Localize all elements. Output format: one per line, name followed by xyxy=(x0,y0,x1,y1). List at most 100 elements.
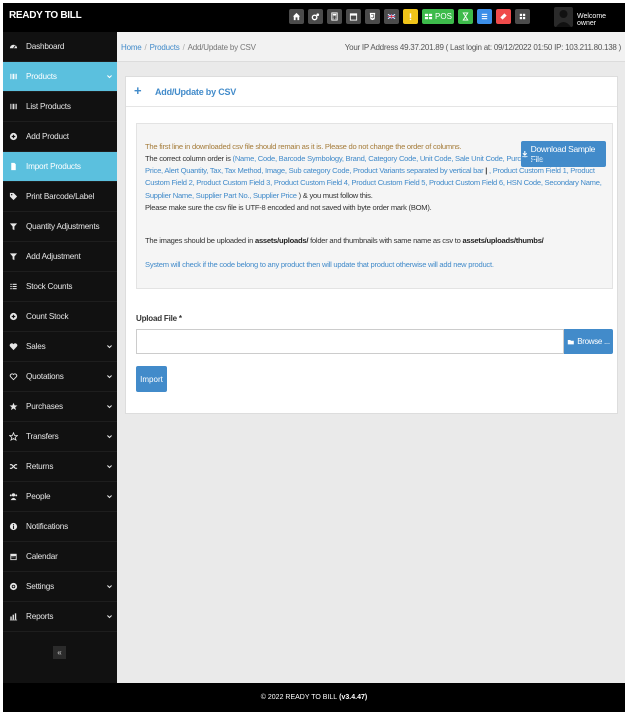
sidebar-item-label: Products xyxy=(26,72,57,81)
sidebar-item-add-adjustment[interactable]: Add Adjustment xyxy=(3,242,117,272)
sidebar-collapse-button[interactable]: « xyxy=(53,646,66,659)
sidebar-item-import-products[interactable]: Import Products xyxy=(3,152,117,182)
sidebar-item-label: Dashboard xyxy=(26,42,65,51)
today-sale-button[interactable] xyxy=(477,9,492,24)
panel-header: + Add/Update by CSV xyxy=(126,77,617,107)
sidebar-item-reports[interactable]: Reports xyxy=(3,602,117,632)
welcome-text[interactable]: Welcome owner xyxy=(577,13,625,27)
bar-chart-icon xyxy=(4,612,22,621)
sidebar-item-people[interactable]: People xyxy=(3,482,117,512)
sidebar-item-label: Quantity Adjustments xyxy=(26,222,100,231)
avatar[interactable] xyxy=(554,7,573,27)
sidebar-item-returns[interactable]: Returns xyxy=(3,452,117,482)
register-button[interactable] xyxy=(458,9,473,24)
chevron-down-icon xyxy=(107,615,112,619)
footer-version: (v3.4.47) xyxy=(339,694,368,701)
breadcrumb-separator: / xyxy=(182,43,185,52)
sidebar-item-dashboard[interactable]: Dashboard xyxy=(3,32,117,62)
footer-copyright: © 2022 READY TO BILL xyxy=(260,694,338,701)
calendar-icon xyxy=(4,552,22,561)
sidebar-item-products[interactable]: Products xyxy=(3,62,117,92)
images-mid: folder and thumbnails with same name as … xyxy=(308,236,463,245)
grid-icon xyxy=(519,13,526,20)
sidebar-item-count-stock[interactable]: Count Stock xyxy=(3,302,117,332)
sidebar-item-add-product[interactable]: Add Product xyxy=(3,122,117,152)
html5-icon xyxy=(369,12,376,21)
pos-label: POS xyxy=(435,12,452,21)
breadcrumb-home[interactable]: Home xyxy=(121,43,142,52)
user-avatar-icon xyxy=(556,10,571,27)
barcode-icon xyxy=(4,72,22,81)
language-button[interactable] xyxy=(384,9,399,24)
sidebar-item-stock-counts[interactable]: Stock Counts xyxy=(3,272,117,302)
instruction-first-line: The first line in downloaded csv file sh… xyxy=(145,142,462,151)
sidebar-item-settings[interactable]: Settings xyxy=(3,572,117,602)
th-large-icon xyxy=(424,13,433,20)
dashboard-icon xyxy=(4,42,22,51)
top-navbar: READY TO BILL POS Welcome owner xyxy=(3,3,625,32)
breadcrumb-products[interactable]: Products xyxy=(150,43,180,52)
menu-button[interactable] xyxy=(515,9,530,24)
chevron-down-icon xyxy=(107,465,112,469)
upload-file-input[interactable] xyxy=(136,329,564,354)
browse-button[interactable]: Browse ... xyxy=(564,329,613,354)
sidebar-item-notifications[interactable]: Notifications xyxy=(3,512,117,542)
folder-open-icon xyxy=(568,339,575,344)
main-content: Home / Products / Add/Update by CSV Your IP … xyxy=(117,32,625,683)
sidebar-item-sales[interactable]: Sales xyxy=(3,332,117,362)
heart-icon xyxy=(4,342,22,351)
sidebar-item-label: Print Barcode/Label xyxy=(26,192,95,201)
tag-icon xyxy=(4,192,22,201)
sidebar-item-label: Quotations xyxy=(26,372,64,381)
sidebar-item-label: Add Product xyxy=(26,132,69,141)
sidebar-item-label: Stock Counts xyxy=(26,282,73,291)
sidebar-item-label: Returns xyxy=(26,462,54,471)
sidebar-item-purchases[interactable]: Purchases xyxy=(3,392,117,422)
sidebar-item-list-products[interactable]: List Products xyxy=(3,92,117,122)
chevron-down-icon xyxy=(107,345,112,349)
chevron-down-icon xyxy=(107,495,112,499)
sidebar: Dashboard Products List Products Add Pro… xyxy=(3,32,117,683)
browse-label: Browse ... xyxy=(577,337,610,346)
chevron-down-icon xyxy=(107,435,112,439)
breadcrumb-current: Add/Update by CSV xyxy=(187,43,256,52)
images-thumbs-folder: assets/uploads/thumbs/ xyxy=(462,236,544,245)
breadcrumb: Home / Products / Add/Update by CSV xyxy=(121,43,256,52)
calculator-button[interactable] xyxy=(327,9,342,24)
sidebar-item-calendar[interactable]: Calendar xyxy=(3,542,117,572)
sidebar-item-transfers[interactable]: Transfers xyxy=(3,422,117,452)
import-button[interactable]: Import xyxy=(136,366,167,392)
sidebar-item-label: List Products xyxy=(26,102,71,111)
plus-circle-icon xyxy=(4,132,22,141)
brand-logo[interactable]: READY TO BILL xyxy=(9,10,82,21)
list-icon xyxy=(481,13,488,20)
chevron-down-icon xyxy=(107,75,112,79)
ip-info: Your IP Address 49.37.201.89 ( Last logi… xyxy=(344,43,621,52)
warning-icon xyxy=(409,13,412,21)
sidebar-item-label: Import Products xyxy=(26,162,81,171)
clear-cache-button[interactable] xyxy=(496,9,511,24)
shop-button[interactable] xyxy=(365,9,380,24)
instruction-utf8: Please make sure the csv file is UTF-8 e… xyxy=(145,202,432,212)
file-icon xyxy=(4,162,22,171)
sidebar-item-print-barcode[interactable]: Print Barcode/Label xyxy=(3,182,117,212)
column-order-prefix: The correct column order is xyxy=(145,154,233,163)
sidebar-item-label: Settings xyxy=(26,582,54,591)
settings-button[interactable] xyxy=(308,9,323,24)
sidebar-item-quantity-adjustments[interactable]: Quantity Adjustments xyxy=(3,212,117,242)
instruction-images: The images should be uploaded in assets/… xyxy=(145,235,607,247)
home-button[interactable] xyxy=(289,9,304,24)
pos-button[interactable]: POS xyxy=(422,9,454,24)
alerts-button[interactable] xyxy=(403,9,418,24)
list-icon xyxy=(4,282,22,291)
app-frame: READY TO BILL POS Welcome owner Dashboar… xyxy=(3,3,625,712)
sidebar-item-label: Notifications xyxy=(26,522,68,531)
footer: © 2022 READY TO BILL (v3.4.47) xyxy=(3,683,625,712)
sidebar-item-label: Reports xyxy=(26,612,54,621)
plus-circle-icon xyxy=(4,312,22,321)
calendar-button[interactable] xyxy=(346,9,361,24)
sidebar-item-quotations[interactable]: Quotations xyxy=(3,362,117,392)
images-folder: assets/uploads/ xyxy=(254,236,309,245)
page-title: Add/Update by CSV xyxy=(155,87,237,97)
cog-icon xyxy=(4,582,22,591)
